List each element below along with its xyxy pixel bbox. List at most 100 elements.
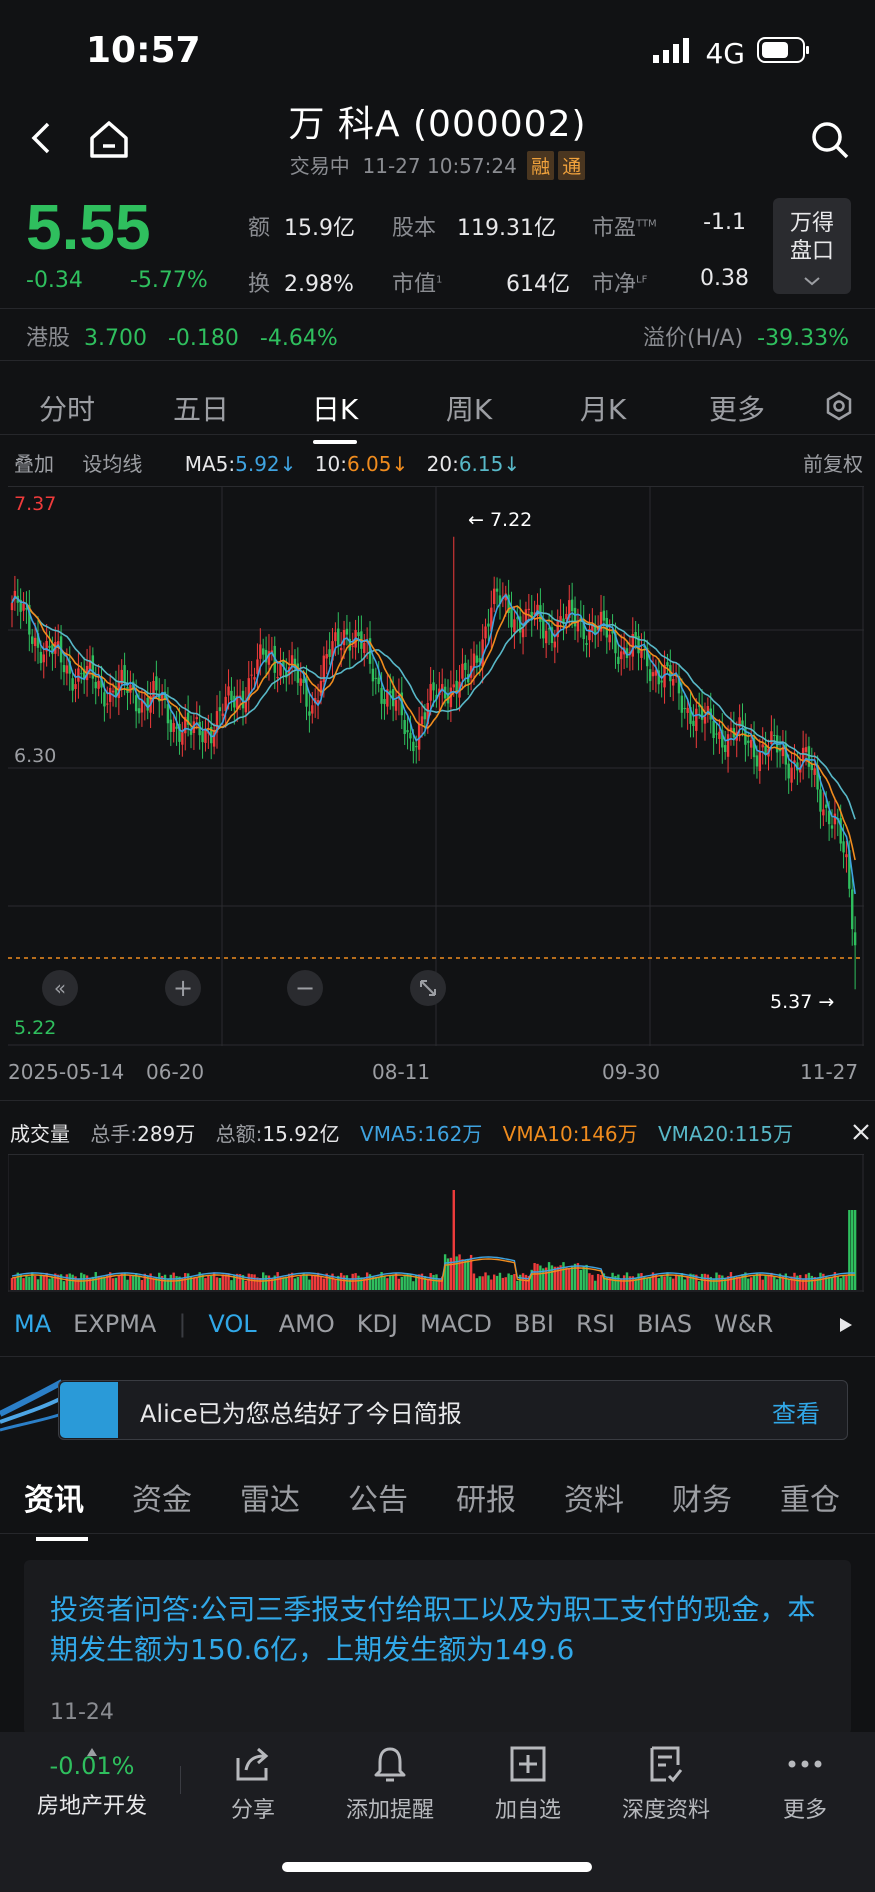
tab-five-day[interactable]: 五日 xyxy=(134,388,268,428)
overlay-button[interactable]: 叠加 xyxy=(14,452,54,476)
hk-quote: 港股 3.700 -0.180 -4.64% xyxy=(26,326,338,351)
svg-text:−: − xyxy=(295,974,315,1002)
close-icon[interactable] xyxy=(846,1118,875,1148)
tab-profile[interactable]: 资料 xyxy=(540,1475,648,1519)
ind-wr[interactable]: W&R xyxy=(714,1310,773,1338)
stat-mktcap-value: 614亿 xyxy=(506,272,570,297)
status-time: 10:57 xyxy=(86,30,201,71)
news-title[interactable]: 投资者问答:公司三季报支付给职工以及为职工支付的现金，本期发生额为150.6亿，… xyxy=(50,1590,830,1670)
alice-view-button[interactable]: 查看 xyxy=(772,1394,820,1429)
tab-more[interactable]: 更多 xyxy=(670,388,804,428)
ma20-value: 6.15 xyxy=(458,452,504,476)
more-label: 更多 xyxy=(782,1798,827,1823)
alice-text: Alice已为您总结好了今日简报 xyxy=(140,1400,462,1428)
news-date: 11-24 xyxy=(50,1700,114,1725)
ma10-value: 6.05 xyxy=(346,452,392,476)
ind-kdj[interactable]: KDJ xyxy=(357,1310,398,1338)
zoom-out-button[interactable]: − xyxy=(287,970,323,1006)
ma-legend: 叠加 设均线 MA5:5.92↓ 10:6.05↓ 20:6.15↓ xyxy=(14,448,520,477)
status-icons: 4G xyxy=(653,36,811,71)
trade-datetime: 11-27 10:57:24 xyxy=(362,154,517,178)
share-icon xyxy=(193,1742,313,1786)
alert-label: 添加提醒 xyxy=(345,1798,434,1823)
deep-data-button[interactable]: 深度资料 xyxy=(606,1742,726,1824)
tab-radar[interactable]: 雷达 xyxy=(216,1475,324,1519)
ind-bbi[interactable]: BBI xyxy=(514,1310,554,1338)
arrow-down-icon: ↓ xyxy=(391,452,409,476)
adjust-mode[interactable]: 前复权 xyxy=(803,448,863,477)
volume-label: 成交量 xyxy=(10,1122,70,1146)
ind-expma[interactable]: EXPMA xyxy=(73,1310,156,1338)
play-arrow-icon[interactable] xyxy=(838,1316,854,1338)
document-icon xyxy=(606,1742,726,1786)
add-alert-button[interactable]: 添加提醒 xyxy=(330,1742,450,1824)
share-button[interactable]: 分享 xyxy=(193,1742,313,1824)
tab-financials[interactable]: 财务 xyxy=(648,1475,756,1519)
ind-rsi[interactable]: RSI xyxy=(576,1310,615,1338)
max-annotation: ← 7.22 xyxy=(468,509,532,531)
axis-mid-label: 6.30 xyxy=(14,745,56,767)
date-label: 11-27 xyxy=(800,1060,859,1084)
kline-chart[interactable]: 7.37 6.30 5.22 ← 7.22 5.37 → « + − xyxy=(8,486,864,1046)
stat-pe-value: -1.1 xyxy=(703,210,746,235)
more-dots-icon xyxy=(745,1742,865,1786)
current-price: 5.55 xyxy=(26,191,151,263)
axis-low-label: 5.22 xyxy=(14,1017,56,1039)
tab-weekly-k[interactable]: 周K xyxy=(402,388,536,428)
share-label: 分享 xyxy=(230,1798,275,1823)
add-watchlist-button[interactable]: 加自选 xyxy=(468,1742,588,1824)
price-change-pct: -5.77% xyxy=(130,268,208,293)
divider xyxy=(0,1356,875,1357)
alice-avatar xyxy=(60,1382,118,1438)
alice-swoosh-icon xyxy=(0,1374,66,1448)
home-indicator xyxy=(282,1862,592,1872)
wande-line1: 万得 xyxy=(789,211,834,236)
divider xyxy=(0,360,875,361)
ind-macd[interactable]: MACD xyxy=(420,1310,492,1338)
search-icon[interactable] xyxy=(810,120,850,164)
fullscreen-icon[interactable] xyxy=(410,970,446,1006)
arrow-down-icon: ↓ xyxy=(279,452,297,476)
tab-funds[interactable]: 资金 xyxy=(108,1475,216,1519)
stock-title: 万 科A (000002) xyxy=(288,104,587,145)
ma20-label: 20: xyxy=(426,452,459,476)
indicator-tabs: MA EXPMA | VOL AMO KDJ MACD BBI RSI BIAS… xyxy=(14,1310,795,1338)
signal-icon xyxy=(653,37,693,70)
divider xyxy=(0,308,875,309)
network-label: 4G xyxy=(705,37,745,70)
stat-pb-value: 0.38 xyxy=(700,266,749,291)
zoom-in-button[interactable]: + xyxy=(165,970,201,1006)
arrow-down-icon: ↓ xyxy=(503,452,521,476)
tab-news[interactable]: 资讯 xyxy=(0,1475,108,1541)
wande-orderbook-button[interactable]: 万得 盘口 xyxy=(773,198,851,294)
ind-ma[interactable]: MA xyxy=(14,1310,51,1338)
tab-intraday[interactable]: 分时 xyxy=(0,388,134,428)
stat-shares: 股本 119.31亿 xyxy=(392,216,556,241)
connect-tag: 通 xyxy=(558,151,586,180)
stat-mktcap: 市值1 xyxy=(392,272,443,297)
more-button[interactable]: 更多 xyxy=(745,1742,865,1824)
ind-bias[interactable]: BIAS xyxy=(637,1310,692,1338)
tab-holdings[interactable]: 重仓 xyxy=(756,1475,864,1519)
tab-research[interactable]: 研报 xyxy=(432,1475,540,1519)
volume-chart[interactable] xyxy=(8,1154,864,1292)
separator: | xyxy=(178,1310,187,1338)
date-label: 09-30 xyxy=(602,1060,661,1084)
date-label: 08-11 xyxy=(372,1060,431,1084)
sector-quote[interactable]: -0.01% 房地产开发 xyxy=(32,1738,152,1820)
divider xyxy=(0,434,875,435)
tab-announcements[interactable]: 公告 xyxy=(324,1475,432,1519)
ind-vol[interactable]: VOL xyxy=(208,1310,256,1338)
set-ma-button[interactable]: 设均线 xyxy=(82,452,142,476)
sector-name: 房地产开发 xyxy=(36,1794,147,1819)
date-label: 2025-05-14 xyxy=(8,1060,125,1084)
ma10-label: 10: xyxy=(314,452,347,476)
volume-grid xyxy=(8,1154,864,1292)
volume-legend: 成交量 总手:289万 总额:15.92亿 VMA5:162万 VMA10:14… xyxy=(10,1122,793,1146)
tab-monthly-k[interactable]: 月K xyxy=(536,388,670,428)
svg-text:+: + xyxy=(173,974,193,1002)
settings-icon[interactable] xyxy=(804,391,874,425)
tab-daily-k[interactable]: 日K xyxy=(268,388,402,444)
ind-amo[interactable]: AMO xyxy=(279,1310,335,1338)
scroll-left-button[interactable]: « xyxy=(42,970,78,1006)
